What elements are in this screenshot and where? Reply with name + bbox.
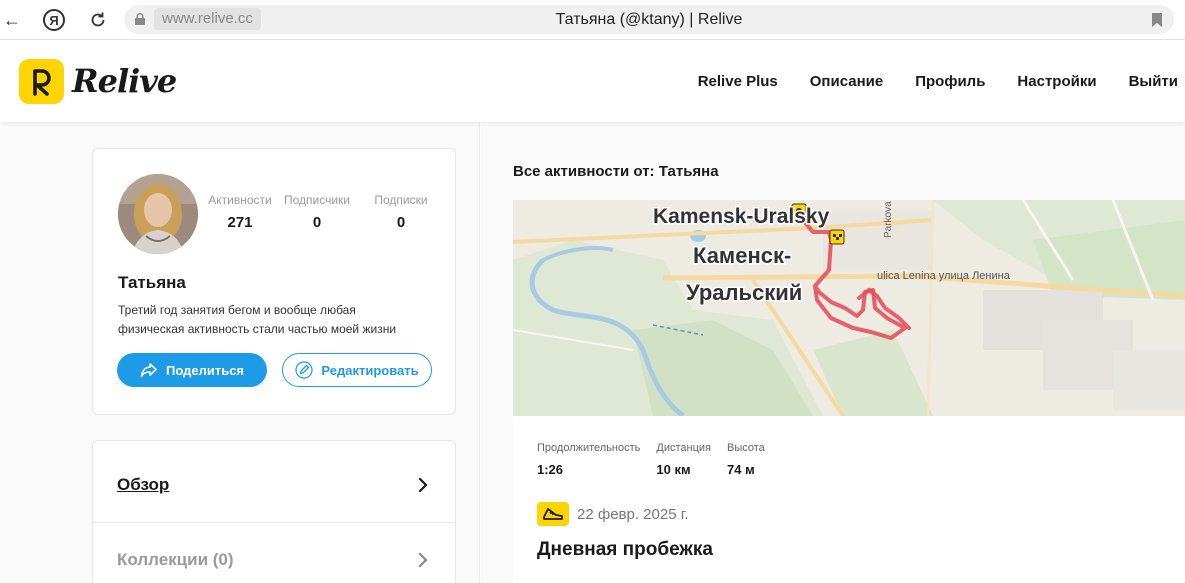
share-label: Поделиться — [165, 362, 245, 378]
main-nav: Relive Plus Описание Профиль Настройки В… — [698, 40, 1178, 122]
stat-following[interactable]: Подписки 0 — [359, 193, 443, 231]
chevron-right-icon — [418, 477, 428, 493]
map-label-park: Parkova — [883, 201, 894, 238]
activity-distance: Дистанция 10 км — [656, 442, 711, 477]
activity-feed: Все активности от: Татьяна Kamensk-Urals… — [481, 122, 1185, 583]
edit-label: Редактировать — [321, 362, 419, 378]
chevron-right-icon — [418, 552, 428, 568]
profile-card: Активности 271 Подписчики 0 Подписки 0 Т… — [92, 148, 456, 415]
site-header: Relive Relive Plus Описание Профиль Наст… — [0, 40, 1185, 122]
profile-bio: Третий год занятия бегом и вообще любая … — [118, 303, 397, 336]
activity-stats: Продолжительность 1:26 Дистанция 10 км В… — [537, 442, 765, 477]
menu-collections[interactable]: Коллекции (0) — [93, 523, 455, 583]
activity-card[interactable]: Kamensk-Uralsky Каменск- Уральский ulica… — [513, 200, 1185, 583]
page-title: Татьяна (@ktany) | Relive — [555, 11, 743, 28]
feed-title: Все активности от: Татьяна — [513, 163, 719, 180]
stat-label: Подписчики — [283, 193, 350, 207]
activity-map[interactable]: Kamensk-Uralsky Каменск- Уральский ulica… — [513, 200, 1185, 416]
menu-overview[interactable]: Обзор — [93, 448, 455, 523]
nav-logout[interactable]: Выйти — [1129, 73, 1178, 90]
stat-label: Продолжительность — [537, 442, 641, 454]
stat-value: 0 — [312, 214, 322, 231]
menu-collections-label: Коллекции (0) — [117, 550, 234, 569]
nav-settings[interactable]: Настройки — [1017, 73, 1096, 90]
stat-value: 74 м — [727, 462, 755, 477]
map-label-city-ru-1: Каменск- — [693, 243, 791, 268]
activity-elevation: Высота 74 м — [727, 442, 765, 477]
nav-profile[interactable]: Профиль — [915, 73, 985, 90]
share-button[interactable]: Поделиться — [117, 353, 267, 387]
browser-toolbar: ← Я www.relive.cc Татьяна (@ktany) | Rel… — [0, 0, 1185, 40]
share-icon — [140, 363, 157, 378]
activity-title[interactable]: Дневная пробежка — [537, 539, 713, 561]
avatar[interactable] — [118, 174, 198, 254]
profile-stats: Активности 271 Подписчики 0 Подписки 0 — [205, 193, 443, 231]
yandex-button[interactable]: Я — [42, 8, 66, 32]
stat-value: 10 км — [656, 462, 691, 477]
activity-duration: Продолжительность 1:26 — [537, 442, 640, 477]
back-button[interactable]: ← — [0, 8, 24, 32]
map-label-city-latin: Kamensk-Uralsky — [653, 205, 830, 228]
stat-activities[interactable]: Активности 271 — [205, 193, 275, 231]
stat-label: Подписки — [374, 193, 428, 207]
stat-label: Дистанция — [656, 442, 712, 454]
activity-date: 22 февр. 2025 г. — [577, 505, 689, 523]
relive-logo-text[interactable]: Relive — [72, 62, 177, 100]
stat-label: Высота — [727, 442, 765, 454]
stat-followers[interactable]: Подписчики 0 — [275, 193, 359, 231]
bookmark-icon[interactable] — [1150, 12, 1164, 28]
profile-sidebar: Активности 271 Подписчики 0 Подписки 0 Т… — [0, 122, 480, 583]
pencil-icon — [295, 361, 313, 379]
menu-overview-label: Обзор — [117, 475, 170, 494]
stat-value: 0 — [396, 214, 406, 231]
reload-button[interactable] — [86, 8, 110, 32]
edit-button[interactable]: Редактировать — [282, 353, 432, 387]
profile-name: Татьяна — [118, 273, 186, 292]
address-bar[interactable]: www.relive.cc Татьяна (@ktany) | Relive — [124, 5, 1174, 34]
map-label-city-ru-2: Уральский — [686, 280, 802, 305]
nav-description[interactable]: Описание — [810, 73, 883, 90]
back-arrow-icon: ← — [3, 9, 21, 30]
reload-icon — [91, 12, 105, 27]
map-label-street: ulica Lenina улица Ленина — [877, 270, 1011, 282]
running-shoe-icon — [537, 502, 569, 526]
nav-relive-plus[interactable]: Relive Plus — [698, 73, 778, 90]
yandex-icon: Я — [43, 9, 65, 31]
activity-date-row: 22 февр. 2025 г. — [537, 502, 689, 526]
stat-value: 1:26 — [537, 462, 564, 477]
relive-logo-icon[interactable] — [19, 59, 64, 104]
stat-label: Активности — [208, 193, 272, 207]
profile-menu: Обзор Коллекции (0) — [92, 440, 456, 583]
stat-value: 271 — [227, 214, 253, 231]
